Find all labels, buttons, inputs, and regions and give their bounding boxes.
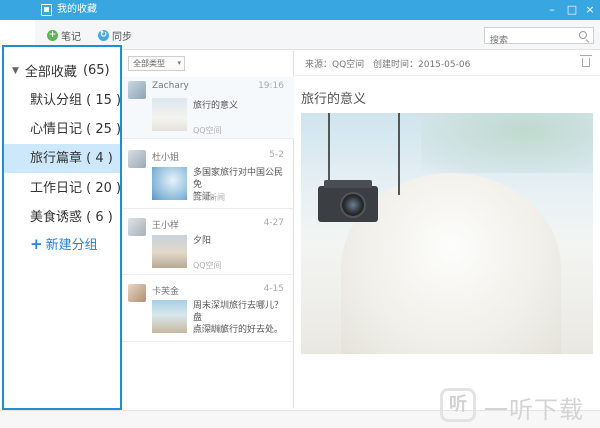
item-text: 夕阳 — [193, 236, 212, 246]
sidebar-item-label: 旅行篇章 — [30, 151, 83, 166]
sync-label: 同步 — [112, 31, 132, 43]
watermark: 听 一听下载 — [440, 380, 600, 428]
item-list-panel: 全部类型 ▾ Zachary 19:16 旅行的意义 QQ空间 杜小姐 5-2 … — [122, 50, 294, 408]
sidebar-item-label: 工作日记 — [30, 181, 83, 196]
list-item[interactable]: 王小样 4-27 夕阳 QQ空间 — [122, 214, 294, 275]
detail-title: 旅行的意义 — [301, 92, 367, 107]
avatar — [128, 81, 146, 99]
detail-source: 来源：QQ空间 — [305, 60, 365, 70]
sidebar-item-label: 心情日记 — [30, 122, 83, 137]
minimize-button[interactable]: – — [544, 2, 560, 18]
detail-meta-bar: 来源：QQ空间 创建时间：2015-05-06 — [295, 50, 600, 76]
type-filter-label: 全部类型 — [133, 59, 165, 68]
item-author: 卡芙金 — [152, 287, 180, 297]
sidebar: ▼ 全部收藏 (65) 默认分组 ( 15 ) 心情日记 ( 25 ) 旅行篇章… — [2, 45, 122, 410]
item-author: Zachary — [152, 81, 189, 91]
item-date: 4-15 — [263, 284, 284, 294]
sidebar-item-count: ( 15 ) — [86, 93, 122, 108]
chevron-down-icon: ▾ — [177, 59, 181, 67]
watermark-logo-icon: 听 — [440, 388, 476, 422]
item-thumbnail — [152, 235, 187, 268]
expand-triangle-icon[interactable]: ▼ — [12, 66, 19, 76]
sidebar-item-travel[interactable]: 旅行篇章 ( 4 ) — [4, 144, 120, 173]
item-author: 杜小姐 — [152, 153, 180, 163]
item-date: 5-2 — [269, 150, 284, 160]
sidebar-item-food[interactable]: 美食诱惑 ( 6 ) — [4, 203, 120, 232]
plus-icon: + — [47, 29, 58, 41]
item-thumbnail — [152, 300, 187, 333]
new-note-button[interactable]: + 笔记 — [47, 28, 81, 43]
type-filter-dropdown[interactable]: 全部类型 ▾ — [128, 56, 185, 71]
item-text: 旅行的意义 — [193, 101, 239, 111]
trash-icon[interactable] — [580, 55, 592, 67]
item-source: QQ空间 — [193, 126, 222, 135]
sidebar-root-count: (65) — [82, 63, 110, 78]
list-item[interactable]: Zachary 19:16 旅行的意义 QQ空间 — [122, 77, 294, 139]
maximize-button[interactable]: □ — [564, 2, 580, 18]
avatar — [128, 218, 146, 236]
list-item[interactable]: 杜小姐 5-2 多国家旅行对中国公民免 签证。 腾讯新闻 — [122, 146, 294, 209]
item-thumbnail — [152, 98, 187, 131]
avatar — [128, 150, 146, 168]
watermark-text: 一听下载 — [484, 396, 584, 424]
item-date: 19:16 — [258, 81, 284, 91]
detail-created-time: 创建时间：2015-05-06 — [373, 60, 471, 70]
detail-panel: 来源：QQ空间 创建时间：2015-05-06 旅行的意义 — [295, 50, 600, 408]
search-box[interactable] — [484, 27, 594, 49]
item-date: 4-27 — [263, 218, 284, 228]
detail-photo — [301, 113, 593, 354]
sidebar-root-label: 全部收藏 — [24, 65, 77, 80]
new-group-label: 新建分组 — [45, 238, 98, 253]
new-note-label: 笔记 — [61, 31, 81, 43]
window-title: 我的收藏 — [57, 4, 97, 15]
new-group-button[interactable]: + 新建分组 — [30, 234, 98, 254]
sidebar-item-count: ( 25 ) — [86, 122, 122, 137]
sidebar-item-work-diary[interactable]: 工作日记 ( 20 ) — [4, 174, 122, 203]
close-button[interactable]: × — [582, 2, 598, 18]
camera-image — [318, 180, 378, 222]
sidebar-item-count: ( 6 ) — [86, 210, 113, 225]
sidebar-item-count: ( 4 ) — [86, 151, 113, 166]
item-author: 王小样 — [152, 221, 180, 231]
item-source: 腾讯新闻 — [193, 325, 225, 334]
search-input[interactable] — [485, 33, 573, 49]
list-item[interactable]: 卡芙金 4-15 周末深圳旅行去哪儿？盘 点深圳旅行的好去处。 腾讯新闻 — [122, 280, 294, 342]
bookmark-icon — [41, 4, 52, 16]
search-icon[interactable] — [579, 31, 587, 39]
plus-icon: + — [30, 234, 43, 253]
sidebar-item-label: 美食诱惑 — [30, 210, 83, 225]
sync-button[interactable]: ↻ 同步 — [98, 28, 132, 43]
sidebar-item-mood-diary[interactable]: 心情日记 ( 25 ) — [4, 115, 122, 144]
item-source: 腾讯新闻 — [193, 193, 225, 202]
sidebar-item-label: 默认分组 — [30, 93, 83, 108]
sidebar-root-all[interactable]: ▼ 全部收藏 (65) — [12, 61, 110, 80]
avatar — [128, 284, 146, 302]
item-source: QQ空间 — [193, 261, 222, 270]
item-thumbnail — [152, 167, 187, 200]
sync-icon: ↻ — [98, 29, 109, 41]
sidebar-item-default[interactable]: 默认分组 ( 15 ) — [4, 86, 122, 115]
title-bar: 我的收藏 – □ × — [0, 0, 600, 20]
sidebar-item-count: ( 20 ) — [86, 181, 122, 196]
